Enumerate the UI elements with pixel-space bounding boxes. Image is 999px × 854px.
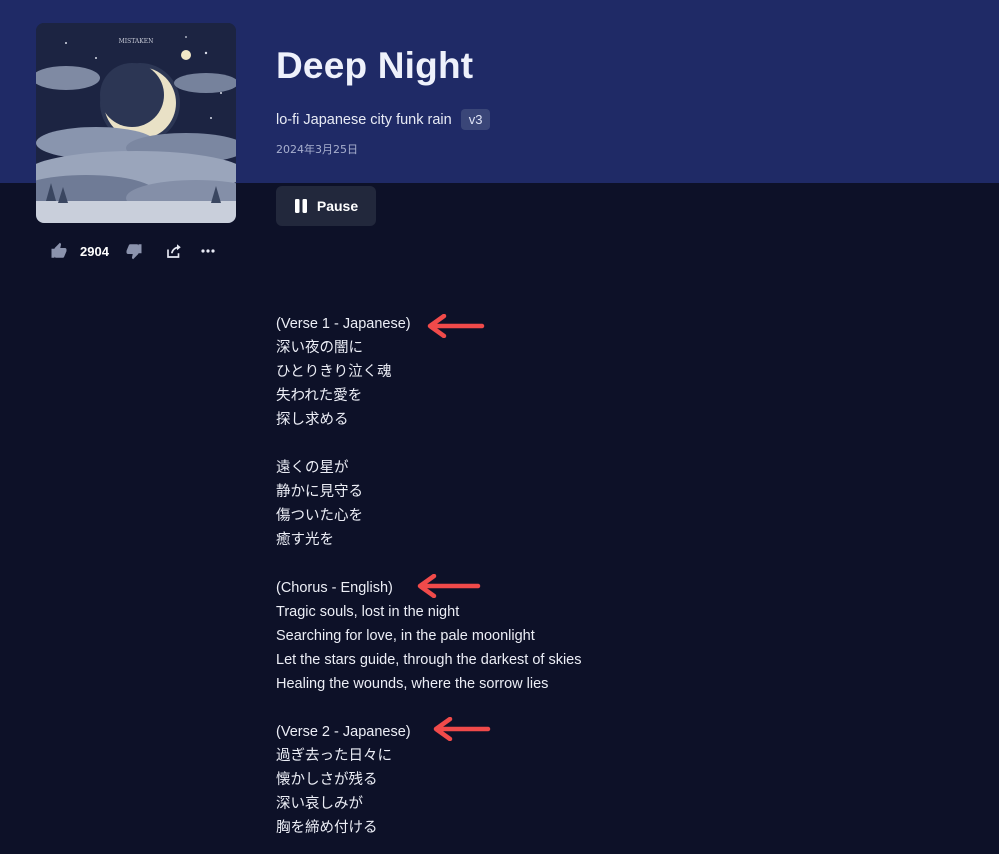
annotation-arrow-left-icon <box>433 717 491 741</box>
annotation-arrow-left-icon <box>427 314 485 338</box>
lyric-line: Let the stars guide, through the darkest… <box>276 652 582 668</box>
lyric-stanza-break <box>276 552 696 576</box>
lyrics-section-heading-chorus: (Chorus - English) <box>276 580 393 596</box>
more-options-icon[interactable] <box>201 248 215 254</box>
cover-art-image: MISTAKEN <box>36 23 236 223</box>
song-title: Deep Night <box>276 45 474 86</box>
lyric-line: 深い夜の闇に <box>276 340 363 356</box>
dislike-icon[interactable] <box>125 242 143 260</box>
share-icon[interactable] <box>165 242 183 260</box>
lyric-line: 静かに見守る <box>276 484 363 500</box>
lyric-line: Tragic souls, lost in the night <box>276 604 460 620</box>
version-badge: v3 <box>460 109 491 130</box>
lyric-line: 探し求める <box>276 412 349 428</box>
album-cover[interactable]: MISTAKEN <box>36 23 236 223</box>
lyric-line: 胸を締め付ける <box>276 820 378 836</box>
lyric-line: ひとりきり泣く魂 <box>276 364 392 380</box>
lyric-line: Searching for love, in the pale moonligh… <box>276 628 535 644</box>
lyric-line: 遠くの星が <box>276 460 349 476</box>
pause-icon <box>294 199 307 213</box>
lyrics-block: (Verse 1 - Japanese) 深い夜の闇に ひとりきり泣く魂 失われ… <box>276 312 696 840</box>
pause-button[interactable]: Pause <box>276 186 376 226</box>
song-meta-row: lo-fi Japanese city funk rain v3 <box>276 109 491 130</box>
lyrics-section-heading-verse1: (Verse 1 - Japanese) <box>276 316 411 332</box>
release-date: 2024年3月25日 <box>276 143 358 156</box>
track-actions: 2904 <box>50 239 215 263</box>
lyric-stanza-break <box>276 432 696 456</box>
lyric-line: 失われた愛を <box>276 388 363 404</box>
annotation-arrow-left-icon <box>417 574 481 598</box>
like-count: 2904 <box>80 243 109 259</box>
pause-label: Pause <box>316 198 359 214</box>
lyric-line: 癒す光を <box>276 532 334 548</box>
lyric-line: 傷ついた心を <box>276 508 363 524</box>
like-icon[interactable] <box>50 242 68 260</box>
lyric-line: 過ぎ去った日々に <box>276 748 392 764</box>
lyric-line: 懐かしさが残る <box>276 772 378 788</box>
lyric-line: 深い哀しみが <box>276 796 363 812</box>
svg-text:MISTAKEN: MISTAKEN <box>119 38 154 45</box>
lyric-line: Healing the wounds, where the sorrow lie… <box>276 676 549 692</box>
song-style-tags[interactable]: lo-fi Japanese city funk rain <box>276 112 452 128</box>
